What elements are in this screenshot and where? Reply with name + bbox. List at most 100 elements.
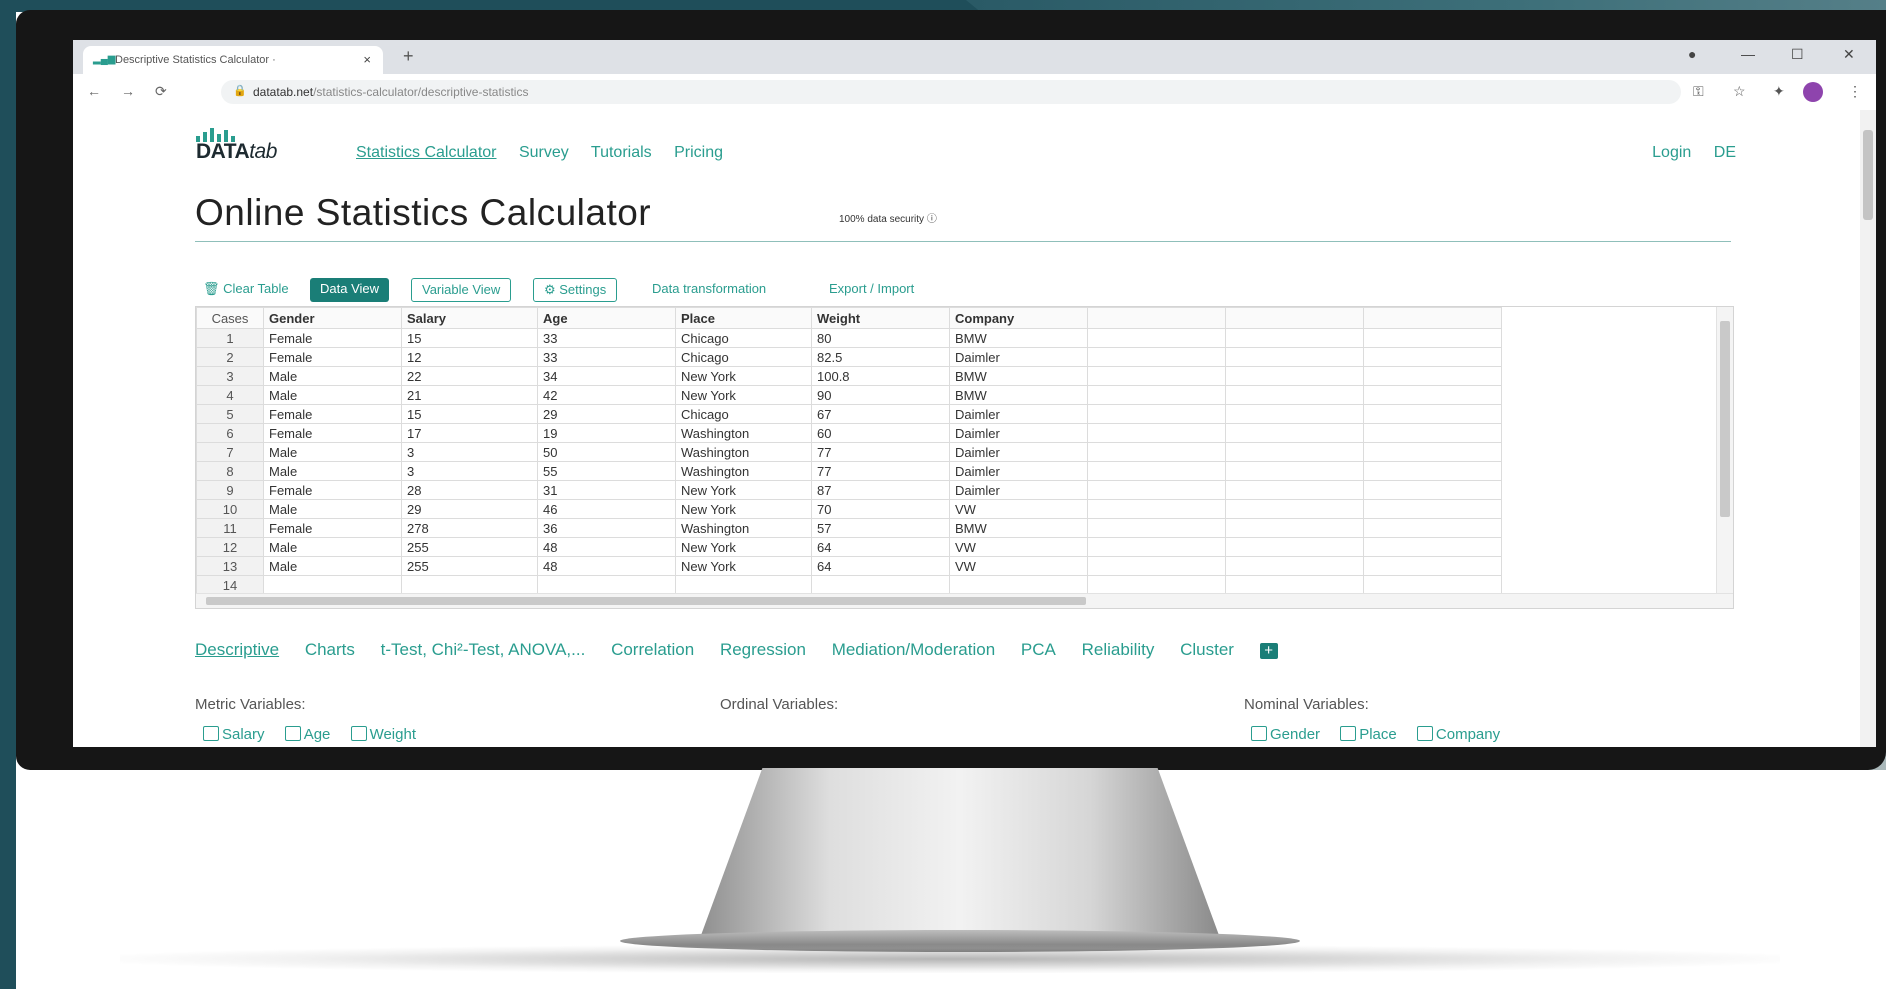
table-cell[interactable]: 33 — [537, 328, 676, 348]
tab-descriptive[interactable]: Descriptive — [195, 640, 279, 659]
table-cell[interactable]: 278 — [401, 518, 538, 538]
table-cell[interactable]: Male — [263, 499, 402, 519]
profile-avatar[interactable] — [1803, 82, 1823, 102]
table-cell[interactable]: Female — [263, 404, 402, 424]
table-cell[interactable] — [1363, 518, 1502, 538]
table-cell[interactable] — [1363, 347, 1502, 367]
case-number-cell[interactable]: 2 — [196, 347, 264, 367]
url-input[interactable]: 🔒 datatab.net/statistics-calculator/desc… — [221, 80, 1681, 104]
table-cell[interactable] — [1363, 328, 1502, 348]
table-cell[interactable]: 82.5 — [811, 347, 950, 367]
table-cell[interactable] — [1363, 366, 1502, 386]
table-cell[interactable]: Daimler — [949, 480, 1088, 500]
table-cell[interactable] — [1087, 461, 1226, 481]
table-cell[interactable] — [1225, 328, 1364, 348]
table-cell[interactable] — [1087, 499, 1226, 519]
data-grid[interactable]: Cases Gender Salary Age Place Weight Company 1 F… — [196, 307, 1502, 595]
table-cell[interactable]: Daimler — [949, 347, 1088, 367]
nav-tutorials[interactable]: Tutorials — [591, 144, 652, 161]
column-header[interactable]: Salary — [401, 307, 538, 329]
table-cell[interactable]: 34 — [537, 366, 676, 386]
table-cell[interactable]: New York — [675, 556, 812, 576]
table-cell[interactable]: BMW — [949, 328, 1088, 348]
close-tab-icon[interactable]: × — [363, 52, 371, 67]
nav-survey[interactable]: Survey — [519, 144, 569, 161]
table-cell[interactable]: Daimler — [949, 442, 1088, 462]
table-cell[interactable] — [1225, 480, 1364, 500]
table-cell[interactable]: 21 — [401, 385, 538, 405]
table-cell[interactable]: 77 — [811, 461, 950, 481]
case-number-cell[interactable]: 8 — [196, 461, 264, 481]
case-number-cell[interactable]: 13 — [196, 556, 264, 576]
checkbox-place[interactable]: Place — [1340, 726, 1397, 743]
table-cell[interactable]: 64 — [811, 537, 950, 557]
table-cell[interactable]: 3 — [401, 461, 538, 481]
table-cell[interactable]: Female — [263, 480, 402, 500]
table-cell[interactable] — [1087, 404, 1226, 424]
table-cell[interactable]: 15 — [401, 404, 538, 424]
table-cell[interactable]: Female — [263, 328, 402, 348]
data-view-button[interactable]: Data View — [310, 278, 390, 302]
column-header[interactable]: Gender — [263, 307, 402, 329]
back-arrow-icon[interactable]: ← — [87, 83, 101, 99]
language-link[interactable]: DE — [1714, 144, 1736, 161]
table-cell[interactable] — [1363, 480, 1502, 500]
table-cell[interactable]: 46 — [537, 499, 676, 519]
table-cell[interactable]: 48 — [537, 537, 676, 557]
table-cell[interactable]: New York — [675, 537, 812, 557]
forward-arrow-icon[interactable]: → — [121, 83, 135, 99]
table-cell[interactable]: Washington — [675, 518, 812, 538]
table-cell[interactable] — [1087, 328, 1226, 348]
table-cell[interactable] — [1087, 442, 1226, 462]
clear-table-button[interactable]: 🗑 Clear Table — [203, 278, 289, 302]
table-cell[interactable] — [675, 575, 812, 595]
table-cell[interactable]: 29 — [537, 404, 676, 424]
case-number-cell[interactable]: 10 — [196, 499, 264, 519]
table-cell[interactable] — [1225, 461, 1364, 481]
table-cell[interactable]: Washington — [675, 442, 812, 462]
table-cell[interactable]: 50 — [537, 442, 676, 462]
data-transformation-link[interactable]: Data transformation — [652, 278, 766, 302]
table-cell[interactable] — [1225, 499, 1364, 519]
column-header[interactable]: Company — [949, 307, 1088, 329]
table-cell[interactable] — [1225, 518, 1364, 538]
table-cell[interactable] — [949, 575, 1088, 595]
table-cell[interactable]: 255 — [401, 556, 538, 576]
table-cell[interactable]: 36 — [537, 518, 676, 538]
table-cell[interactable]: 55 — [537, 461, 676, 481]
tab-hypothesis-tests[interactable]: t-Test, Chi²-Test, ANOVA,... — [381, 640, 586, 659]
table-cell[interactable]: Male — [263, 442, 402, 462]
data-table[interactable]: Cases Gender Salary Age Place Weight Company 1 F… — [195, 306, 1734, 609]
table-cell[interactable] — [1087, 518, 1226, 538]
table-cell[interactable] — [1363, 499, 1502, 519]
table-cell[interactable]: Chicago — [675, 404, 812, 424]
tab-mediation-moderation[interactable]: Mediation/Moderation — [832, 640, 995, 659]
login-link[interactable]: Login — [1652, 144, 1691, 161]
close-window-icon[interactable]: ✕ — [1843, 46, 1855, 63]
case-number-cell[interactable]: 3 — [196, 366, 264, 386]
table-cell[interactable]: Washington — [675, 461, 812, 481]
case-number-cell[interactable]: 7 — [196, 442, 264, 462]
table-cell[interactable] — [1087, 537, 1226, 557]
table-cell[interactable]: BMW — [949, 518, 1088, 538]
table-cell[interactable]: 17 — [401, 423, 538, 443]
table-cell[interactable]: 3 — [401, 442, 538, 462]
table-cell[interactable]: 255 — [401, 537, 538, 557]
table-cell[interactable] — [537, 575, 676, 595]
table-cell[interactable]: 87 — [811, 480, 950, 500]
checkbox-company[interactable]: Company — [1416, 726, 1500, 743]
table-cell[interactable] — [1363, 556, 1502, 576]
table-cell[interactable]: VW — [949, 537, 1088, 557]
table-cell[interactable]: BMW — [949, 385, 1088, 405]
table-cell[interactable]: 29 — [401, 499, 538, 519]
table-cell[interactable]: 28 — [401, 480, 538, 500]
column-header[interactable] — [1087, 307, 1226, 329]
checkbox-gender[interactable]: Gender — [1251, 726, 1320, 743]
case-number-cell[interactable]: 11 — [196, 518, 264, 538]
browser-tab[interactable]: ▂▄▆ Descriptive Statistics Calculator · … — [83, 46, 383, 74]
table-cell[interactable]: Male — [263, 556, 402, 576]
checkbox-age[interactable]: Age — [284, 726, 330, 743]
settings-button[interactable]: ⚙ Settings — [533, 278, 618, 302]
nav-pricing[interactable]: Pricing — [674, 144, 723, 161]
tab-cluster[interactable]: Cluster — [1180, 640, 1234, 659]
